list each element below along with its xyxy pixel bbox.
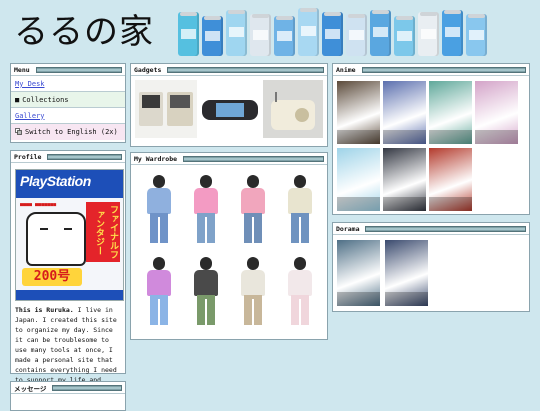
outfit-photo[interactable] (184, 171, 228, 247)
anime-poster[interactable] (475, 81, 518, 144)
menu-item-label: Gallery (15, 111, 45, 120)
drink-can-image (394, 16, 415, 56)
gadgets-title-label: Gadgets (134, 65, 162, 74)
menu-item-gallery[interactable]: Gallery (11, 108, 125, 124)
site-header: るるの家 (0, 0, 540, 62)
outfit-photo[interactable] (231, 253, 275, 329)
drink-can-image (226, 10, 247, 56)
drink-can-image (418, 12, 439, 56)
title-bar-decoration (167, 66, 324, 73)
drink-can-image (250, 14, 271, 56)
dorama-title: Dorama (333, 223, 529, 235)
menu-title: Menu (11, 64, 125, 76)
magazine-side-text: ファイナルファンタジー (86, 202, 120, 262)
dorama-poster[interactable] (385, 240, 428, 306)
message-title: メッセージ (11, 382, 125, 394)
square-bullet-icon: ■ (15, 95, 20, 104)
profile-bio-name: This is Ruruka. (15, 306, 74, 314)
drink-can-banner (178, 8, 487, 56)
outfit-photo[interactable] (137, 253, 181, 329)
dorama-poster[interactable] (337, 240, 380, 306)
outfit-photo[interactable] (137, 171, 181, 247)
profile-panel: Profile PlayStation ■■■■ ■■■■■■■ ファイナルファ… (10, 150, 126, 394)
anime-poster[interactable] (337, 81, 380, 144)
title-bar-decoration (361, 66, 526, 73)
magazine-logo: PlayStation (20, 173, 91, 189)
wardrobe-panel: My Wardrobe (130, 152, 328, 340)
wardrobe-title-label: My Wardrobe (134, 154, 178, 163)
menu-item-switch-language[interactable]: Switch to English (2x) (11, 124, 125, 140)
wardrobe-grid (137, 171, 322, 329)
magazine-issue-strip: ■■■■ ■■■■■■■ (20, 202, 57, 208)
outfit-photo[interactable] (231, 171, 275, 247)
anime-title-label: Anime (336, 65, 356, 74)
drink-can-image (322, 12, 343, 56)
outfit-photo[interactable] (278, 253, 322, 329)
site-title[interactable]: るるの家 (14, 12, 154, 52)
anime-title: Anime (333, 64, 529, 76)
dorama-poster-grid (337, 240, 430, 306)
title-bar-decoration (52, 384, 122, 391)
anime-poster[interactable] (429, 148, 472, 211)
menu-item-collections[interactable]: ■ Collections (11, 92, 125, 108)
profile-title-label: Profile (14, 152, 42, 161)
gadgets-title: Gadgets (131, 64, 327, 76)
translate-icon (15, 127, 22, 137)
menu-item-label: Collections (22, 95, 69, 104)
drink-can-image (442, 10, 463, 56)
title-bar-decoration (365, 225, 526, 232)
gadgets-panel: Gadgets (130, 63, 328, 147)
anime-panel: Anime (332, 63, 530, 215)
steam-deck-image[interactable] (200, 80, 260, 138)
message-panel: メッセージ (10, 381, 126, 411)
anime-poster[interactable] (429, 81, 472, 144)
dorama-panel: Dorama (332, 222, 530, 312)
anime-poster-grid (337, 81, 518, 211)
drink-can-image (370, 10, 391, 56)
wardrobe-title: My Wardrobe (131, 153, 327, 165)
title-bar-decoration (183, 155, 324, 162)
anime-poster[interactable] (383, 148, 426, 211)
profile-title: Profile (11, 151, 125, 163)
cat-mascot-icon (26, 212, 86, 266)
title-bar-decoration (35, 66, 122, 73)
drink-can-image (346, 14, 367, 56)
retro-radio-image[interactable] (263, 80, 323, 138)
anime-poster[interactable] (383, 81, 426, 144)
outfit-photo[interactable] (278, 171, 322, 247)
profile-magazine-image: PlayStation ■■■■ ■■■■■■■ ファイナルファンタジー 200… (15, 169, 124, 301)
outfit-photo[interactable] (184, 253, 228, 329)
title-bar-decoration (47, 153, 122, 160)
anime-poster[interactable] (337, 148, 380, 211)
drink-can-image (178, 12, 199, 56)
magazine-issue-number: 200号 (22, 268, 82, 286)
menu-item-my-desk[interactable]: My Desk (11, 76, 125, 92)
menu-item-label: My Desk (15, 79, 45, 88)
drink-can-image (298, 8, 319, 56)
menu-panel: Menu My Desk ■ Collections Gallery Switc… (10, 63, 126, 143)
handheld-console-image[interactable] (135, 80, 197, 138)
drink-can-image (202, 16, 223, 56)
dorama-title-label: Dorama (336, 224, 360, 233)
menu-title-label: Menu (14, 65, 30, 74)
drink-can-image (466, 14, 487, 56)
drink-can-image (274, 16, 295, 56)
menu-item-label: Switch to English (2x) (25, 128, 118, 136)
message-title-label: メッセージ (14, 384, 47, 393)
